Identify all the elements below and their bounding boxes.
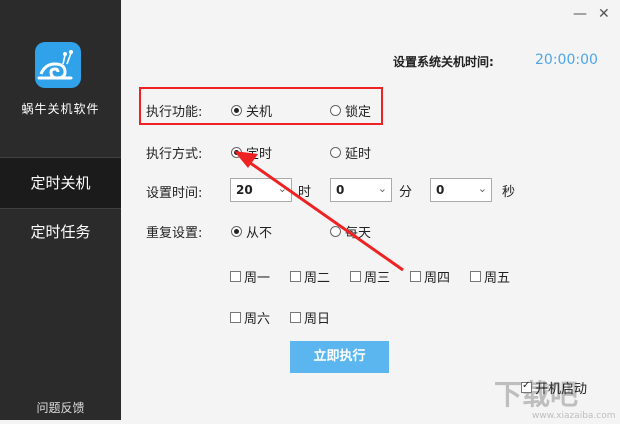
svg-text:www.xiazaiba.com: www.xiazaiba.com bbox=[532, 411, 616, 420]
autostart-checkbox[interactable]: 开机启动 bbox=[521, 378, 587, 397]
checkbox-checked-icon bbox=[521, 380, 532, 393]
annotation-arrow bbox=[234, 151, 404, 272]
